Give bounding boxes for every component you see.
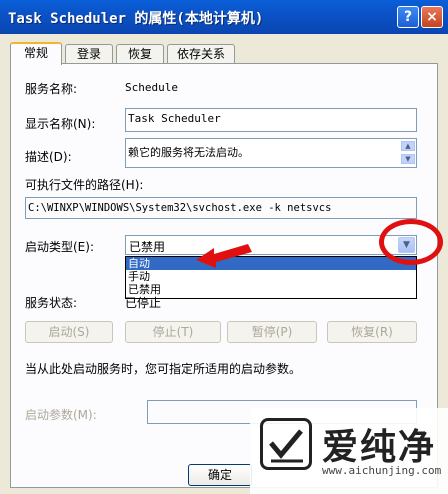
- title-bar[interactable]: Task Scheduler 的属性(本地计算机) ? ×: [0, 0, 448, 34]
- brand-url: www.aichunjing.com: [322, 464, 442, 477]
- close-button[interactable]: ×: [421, 6, 443, 28]
- service-status-value: 已停止: [125, 296, 162, 310]
- tab-logon[interactable]: 登录: [65, 44, 113, 64]
- tab-dependencies[interactable]: 依存关系: [167, 44, 235, 64]
- startup-type-value: 已禁用: [129, 240, 166, 254]
- brand-name: 爱纯净: [322, 427, 437, 468]
- startup-type-dropdown: 自动 手动 已禁用: [125, 256, 417, 299]
- scroll-down-icon[interactable]: ▼: [401, 154, 415, 164]
- startup-option-manual[interactable]: 手动: [126, 270, 416, 283]
- description-field[interactable]: 赖它的服务将无法启动。 ▲ ▼: [125, 138, 417, 168]
- help-button[interactable]: ?: [397, 6, 419, 28]
- display-name-field[interactable]: Task Scheduler: [125, 108, 417, 132]
- red-arrow-icon: [196, 244, 252, 268]
- description-value: 赖它的服务将无法启动。: [128, 146, 249, 159]
- startup-option-auto[interactable]: 自动: [126, 257, 416, 270]
- hint-text: 当从此处启动服务时，您可指定所适用的启动参数。: [25, 362, 302, 376]
- startup-type-select[interactable]: 已禁用 ▼: [125, 235, 417, 255]
- pause-button[interactable]: 暂停(P): [227, 321, 317, 343]
- tab-recovery[interactable]: 恢复: [116, 44, 164, 64]
- exe-path-field: C:\WINXP\WINDOWS\System32\svchost.exe -k…: [25, 197, 417, 219]
- ok-button[interactable]: 确定: [188, 464, 252, 486]
- stop-button[interactable]: 停止(T): [125, 321, 221, 343]
- startup-option-disabled[interactable]: 已禁用: [126, 283, 416, 296]
- resume-button[interactable]: 恢复(R): [327, 321, 417, 343]
- window-title: Task Scheduler 的属性(本地计算机): [8, 11, 264, 27]
- service-status-label: 服务状态:: [25, 296, 78, 310]
- start-button[interactable]: 启动(S): [25, 321, 113, 343]
- highlight-circle: [379, 219, 443, 265]
- tab-general[interactable]: 常规: [10, 42, 62, 65]
- exe-path-value: C:\WINXP\WINDOWS\System32\svchost.exe -k…: [28, 202, 332, 214]
- watermark: 爱纯净 www.aichunjing.com: [250, 408, 448, 494]
- brand-logo-icon: [260, 418, 312, 470]
- display-name-label: 显示名称(N):: [25, 117, 96, 131]
- service-name-value: Schedule: [125, 81, 178, 94]
- start-params-label: 启动参数(M):: [25, 408, 97, 422]
- scroll-up-icon[interactable]: ▲: [401, 141, 415, 151]
- startup-type-label: 启动类型(E):: [25, 240, 94, 254]
- service-name-label: 服务名称:: [25, 82, 78, 96]
- display-name-value: Task Scheduler: [128, 112, 221, 125]
- description-label: 描述(D):: [25, 150, 72, 164]
- exe-path-label: 可执行文件的路径(H):: [25, 178, 144, 192]
